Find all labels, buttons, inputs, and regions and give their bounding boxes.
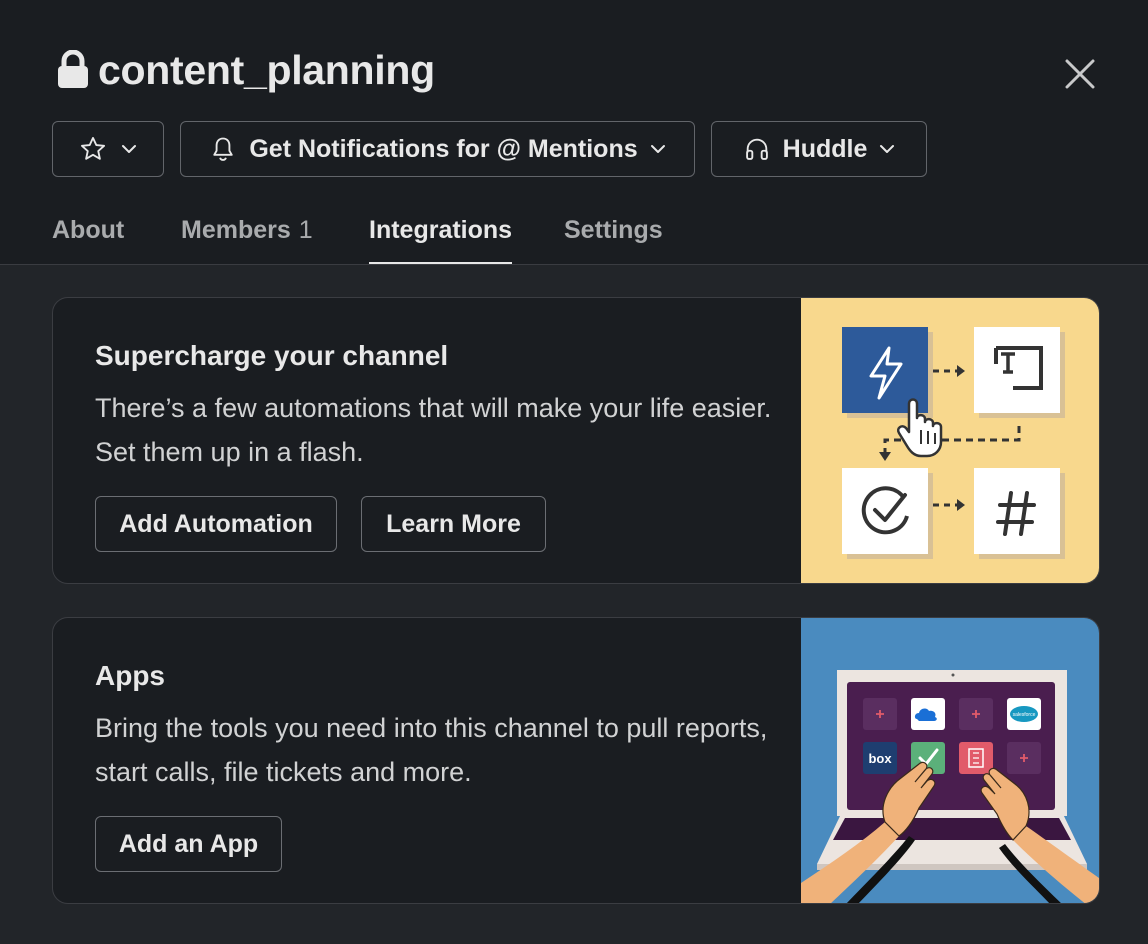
tab-integrations[interactable]: Integrations xyxy=(369,212,513,264)
members-count: 1 xyxy=(298,216,313,244)
headphones-icon xyxy=(745,138,768,160)
apps-illustration: salesforce box xyxy=(801,618,1099,903)
box-tile-label: box xyxy=(868,751,892,766)
channel-title-row: content_planning xyxy=(56,44,435,96)
chevron-down-icon xyxy=(122,145,136,153)
tab-settings[interactable]: Settings xyxy=(564,212,663,264)
notifications-label: Get Notifications for @ Mentions xyxy=(249,134,638,163)
bell-icon xyxy=(213,137,234,161)
chevron-down-icon xyxy=(650,145,665,153)
learn-more-button[interactable]: Learn More xyxy=(361,496,546,552)
tab-about[interactable]: About xyxy=(52,212,124,264)
close-button[interactable] xyxy=(1058,52,1102,96)
apps-card: Apps Bring the tools you need into this … xyxy=(52,617,1100,904)
add-automation-button[interactable]: Add Automation xyxy=(95,496,337,552)
channel-name: content_planning xyxy=(98,46,435,93)
star-dropdown-button[interactable] xyxy=(52,121,164,177)
salesforce-tile-label: salesforce xyxy=(1013,712,1036,718)
chevron-down-icon xyxy=(880,145,895,153)
tab-members-label: Members xyxy=(181,216,291,244)
tab-about-label: About xyxy=(52,216,125,244)
automation-illustration xyxy=(801,298,1099,583)
automation-card: Supercharge your channel There’s a few a… xyxy=(52,297,1100,584)
add-app-button[interactable]: Add an App xyxy=(95,816,282,872)
huddle-button[interactable]: Huddle xyxy=(711,121,927,177)
channel-header: content_planning Get Notifications for @… xyxy=(0,0,1148,265)
automation-card-title: Supercharge your channel xyxy=(95,340,449,371)
tab-settings-label: Settings xyxy=(564,216,663,244)
notifications-button[interactable]: Get Notifications for @ Mentions xyxy=(180,121,695,177)
apps-card-description: Bring the tools you need into this chann… xyxy=(95,713,768,787)
apps-card-title: Apps xyxy=(95,660,165,691)
huddle-label: Huddle xyxy=(782,134,868,163)
close-icon xyxy=(1065,59,1095,89)
tab-members[interactable]: Members 1 xyxy=(181,212,313,264)
star-icon xyxy=(80,136,106,160)
tab-integrations-label: Integrations xyxy=(369,216,513,244)
automation-card-description: There’s a few automations that will make… xyxy=(95,393,772,467)
channel-tabs: About Members 1 Integrations Settings xyxy=(0,212,1148,265)
lock-icon xyxy=(56,50,90,90)
